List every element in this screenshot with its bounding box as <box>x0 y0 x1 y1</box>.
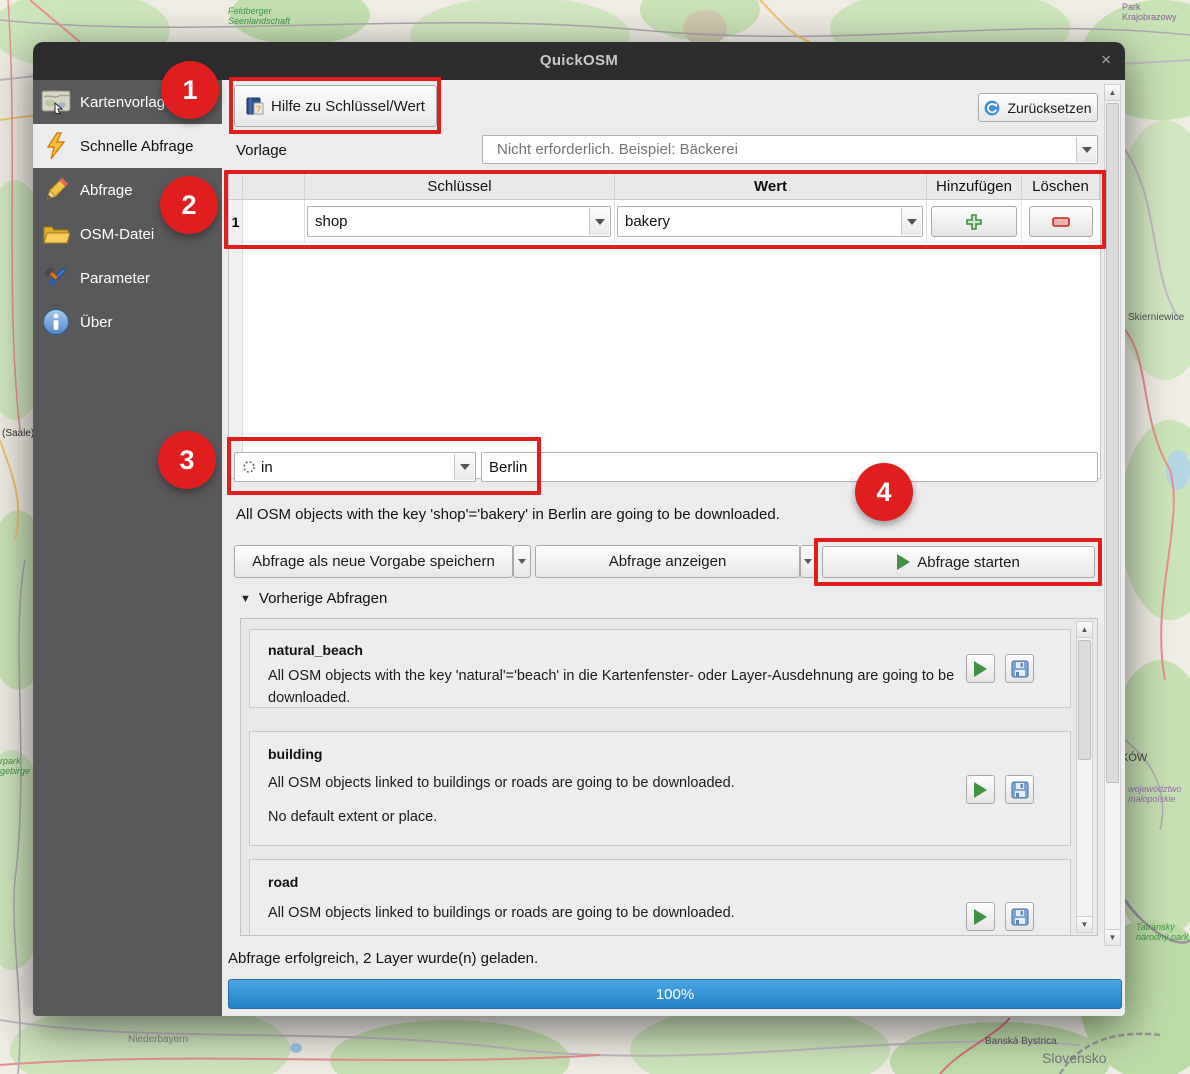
sidebar-item-ueber[interactable]: Über <box>33 300 222 344</box>
save-history-button[interactable] <box>1005 775 1034 804</box>
run-history-button[interactable] <box>966 654 995 683</box>
history-item-name: building <box>268 746 323 762</box>
place-input[interactable] <box>481 452 1098 482</box>
progress-bar: 100% <box>228 979 1122 1009</box>
scroll-down-icon[interactable]: ▼ <box>1077 916 1092 932</box>
play-icon <box>974 908 987 925</box>
run-history-button[interactable] <box>966 902 995 931</box>
history-item-description: All OSM objects with the key 'natural'='… <box>268 668 955 706</box>
map-label: Feldberger Seenlandschaft <box>228 6 291 27</box>
sidebar-item-parameter[interactable]: Parameter <box>33 256 222 300</box>
history-title: Vorherige Abfragen <box>258 590 388 607</box>
save-preset-menu-button[interactable] <box>513 545 531 578</box>
reset-icon <box>985 100 1000 115</box>
history-item-building[interactable]: building All OSM objects linked to build… <box>249 731 1071 846</box>
sidebar-item-label: OSM-Datei <box>80 225 155 243</box>
template-label: Vorlage <box>236 142 287 159</box>
chevron-down-icon[interactable] <box>1076 137 1096 162</box>
history-item-note: No default extent or place. <box>268 809 438 825</box>
play-icon <box>974 781 987 798</box>
history-item-description: All OSM objects linked to buildings or r… <box>268 905 735 921</box>
history-collapse-header[interactable]: ▼ Vorherige Abfragen <box>240 590 387 607</box>
annotation-badge-2: 2 <box>160 176 218 234</box>
screen: Feldberger Seenlandschaft Park Krajobraz… <box>0 0 1190 1074</box>
template-input[interactable] <box>490 137 1050 162</box>
run-history-button[interactable] <box>966 775 995 804</box>
play-icon <box>974 660 987 677</box>
scrollbar-thumb[interactable] <box>1106 103 1119 783</box>
folder-icon <box>41 219 71 249</box>
query-summary: All OSM objects with the key 'shop'='bak… <box>236 506 780 523</box>
show-query-label: Abfrage anzeigen <box>608 553 727 570</box>
progress-label: 100% <box>655 985 695 1003</box>
annotation-box-table <box>224 170 1106 249</box>
collapse-triangle-icon: ▼ <box>240 592 251 605</box>
status-message: Abfrage erfolgreich, 2 Layer wurde(n) ge… <box>228 950 539 967</box>
show-query-button[interactable]: Abfrage anzeigen <box>535 545 800 578</box>
sidebar-item-label: Schnelle Abfrage <box>80 137 194 155</box>
save-icon <box>1011 781 1028 798</box>
map-icon <box>41 87 71 117</box>
map-label: Tatranský národný park <box>1136 922 1189 943</box>
sidebar-item-label: Abfrage <box>80 181 133 199</box>
reset-button[interactable]: Zurücksetzen <box>978 93 1098 122</box>
annotation-box-help <box>229 77 441 134</box>
history-list: natural_beach All OSM objects with the k… <box>240 618 1098 936</box>
map-label: Park Krajobrazowy <box>1122 2 1177 23</box>
history-scrollbar[interactable]: ▲ ▼ <box>1076 621 1093 933</box>
scroll-down-icon[interactable]: ▼ <box>1105 929 1120 945</box>
save-icon <box>1011 660 1028 677</box>
map-label: Banská Bystrica <box>985 1036 1057 1047</box>
save-icon <box>1011 908 1028 925</box>
map-label: (Saale) <box>2 428 35 439</box>
info-icon <box>41 307 71 337</box>
pencil-icon <box>41 175 71 205</box>
map-label: Niederbayern <box>128 1034 189 1045</box>
chevron-down-icon <box>518 559 526 564</box>
history-item-actions <box>966 654 1034 683</box>
annotation-box-run <box>814 538 1102 586</box>
map-label: Slovensko <box>1042 1050 1107 1066</box>
annotation-badge-4: 4 <box>855 463 913 521</box>
sidebar-item-label: Über <box>80 313 113 331</box>
save-preset-button[interactable]: Abfrage als neue Vorgabe speichern <box>234 545 513 578</box>
map-label: Skierniewice <box>1128 312 1185 323</box>
sidebar-item-schnelle-abfrage[interactable]: Schnelle Abfrage <box>33 124 222 168</box>
annotation-badge-1: 1 <box>161 61 219 119</box>
save-history-button[interactable] <box>1005 902 1034 931</box>
lightning-icon <box>41 131 71 161</box>
reset-button-label: Zurücksetzen <box>1007 99 1092 116</box>
scroll-up-icon[interactable]: ▲ <box>1105 85 1120 101</box>
annotation-box-extent <box>227 437 541 495</box>
dialog-scrollbar[interactable]: ▲ ▼ <box>1104 84 1121 946</box>
save-history-button[interactable] <box>1005 654 1034 683</box>
history-item-road[interactable]: road All OSM objects linked to buildings… <box>249 859 1071 935</box>
map-label: województwo małopolskie <box>1128 784 1182 805</box>
scrollbar-thumb[interactable] <box>1078 640 1091 760</box>
history-item-natural-beach[interactable]: natural_beach All OSM objects with the k… <box>249 629 1071 708</box>
scroll-up-icon[interactable]: ▲ <box>1077 622 1092 638</box>
template-combobox[interactable] <box>482 135 1098 164</box>
close-icon[interactable]: × <box>1101 51 1111 69</box>
history-item-actions <box>966 775 1034 804</box>
annotation-badge-3: 3 <box>158 431 216 489</box>
sidebar-item-label: Parameter <box>80 269 151 287</box>
tools-icon <box>41 263 71 293</box>
save-preset-label: Abfrage als neue Vorgabe speichern <box>252 553 495 570</box>
chevron-down-icon <box>804 559 812 564</box>
history-item-name: road <box>268 874 299 890</box>
history-item-description: All OSM objects linked to buildings or r… <box>268 775 735 791</box>
history-item-actions <box>966 902 1034 931</box>
history-item-name: natural_beach <box>268 642 363 658</box>
